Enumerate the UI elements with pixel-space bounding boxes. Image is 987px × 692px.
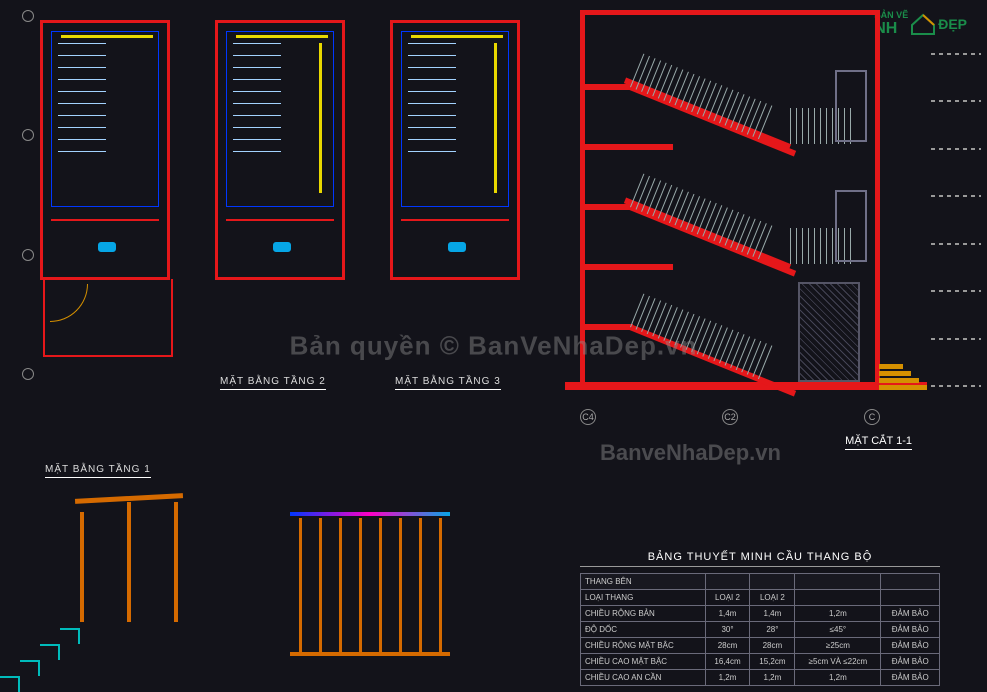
plan-caption-1: MẶT BẰNG TẦNG 1 xyxy=(45,464,151,478)
exterior-steps xyxy=(879,364,927,390)
plan-caption-3: MẶT BẰNG TẦNG 3 xyxy=(395,376,501,390)
stair-rail-detail xyxy=(0,482,210,692)
table-head-thang-ben: THANG BÊN xyxy=(581,574,706,590)
railing-elevation-detail xyxy=(290,512,450,652)
dimension-marks-right xyxy=(931,30,981,410)
gridline-c2: C2 xyxy=(722,409,738,425)
table-row: CHIỀU CAO AN CẦN 1,2m 1,2m 1,2m ĐẢM BẢO xyxy=(581,670,940,686)
section-view-1-1: C4 C2 C MẶT CẮT 1-1 xyxy=(570,10,930,460)
table-row: LOẠI THANG LOẠI 2 LOẠI 2 xyxy=(581,590,940,606)
plan-caption-2: MẶT BẰNG TẦNG 2 xyxy=(220,376,326,390)
table-row: CHIỀU CAO MẶT BẬC 16,4cm 15,2cm ≥5cm VÀ … xyxy=(581,654,940,670)
floorplan-level-3: MẶT BẰNG TẦNG 3 xyxy=(390,10,550,380)
table-row: CHIỀU RỘNG BẢN 1,4m 1,4m 1,2m ĐẢM BẢO xyxy=(581,606,940,622)
door-ground xyxy=(798,282,860,382)
table-row: ĐỘ DỐC 30° 28° ≤45° ĐẢM BẢO xyxy=(581,622,940,638)
table-row: CHIỀU RỘNG MẶT BẬC 28cm 28cm ≥25cm ĐẢM B… xyxy=(581,638,940,654)
door-level-3 xyxy=(835,70,867,142)
gridline-c4: C4 xyxy=(580,409,596,425)
floorplan-level-1: MẶT BẰNG TẦNG 1 xyxy=(40,10,200,380)
floorplan-level-2: MẶT BẰNG TẦNG 2 xyxy=(215,10,375,380)
gridline-c: C xyxy=(864,409,880,425)
section-caption: MẶT CẮT 1-1 xyxy=(845,435,912,450)
door-level-2 xyxy=(835,190,867,262)
table-title: BẢNG THUYẾT MINH CẦU THANG BỘ xyxy=(580,551,940,567)
cad-canvas[interactable]: BẢN VẼ NH ĐẸP MẶT BẰNG TẦNG 1 xyxy=(0,0,987,692)
spec-table: BẢNG THUYẾT MINH CẦU THANG BỘ THANG BÊN … xyxy=(580,551,940,686)
